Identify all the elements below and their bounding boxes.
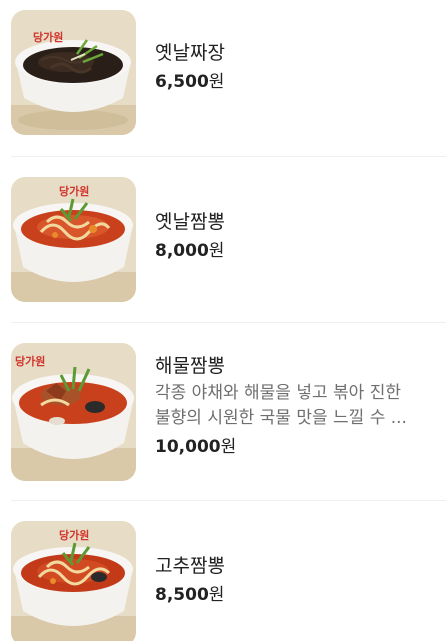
menu-description-line: 불향의 시원한 국물 맛을 느낄 수 ...	[155, 408, 407, 428]
menu-info: 해물짬뽕 각종 야채와 해물을 넣고 볶아 진한 불향의 시원한 국물 맛을 느…	[155, 353, 446, 459]
bowl-stamp-text: 당가원	[33, 30, 63, 44]
menu-price: 10,000원	[155, 435, 446, 459]
menu-price: 6,500원	[155, 70, 446, 94]
food-photo-chili-jjamppong[interactable]: 당가원	[11, 521, 136, 641]
menu-name: 옛날짜장	[155, 42, 225, 64]
menu-info: 옛날짬뽕 8,000원	[155, 209, 446, 263]
food-photo-jjamppong[interactable]: 당가원	[11, 177, 136, 302]
menu-description: 각종 야채와 해물을 넣고 볶아 진한 불향의 시원한 국물 맛을 느낄 수 .…	[155, 381, 445, 431]
menu-item-jjamppong[interactable]: 당가원 옛날짬뽕 8,000원	[11, 177, 446, 302]
price-value: 8,000	[155, 241, 209, 261]
divider	[11, 322, 446, 323]
menu-name: 해물짬뽕	[155, 355, 225, 377]
menu-list: 당가원 옛날짜장 6,500원 당가원 옛날짬뽕 8,000원 당가원 해물짬뽕…	[0, 0, 446, 641]
menu-info: 옛날짜장 6,500원	[155, 40, 446, 94]
price-value: 10,000	[155, 437, 221, 457]
currency-unit: 원	[220, 437, 237, 457]
bowl-stamp-text: 당가원	[59, 184, 89, 198]
menu-item-chili-jjamppong[interactable]: 당가원 고추짬뽕 8,500원	[11, 521, 446, 641]
menu-description-line: 각종 야채와 해물을 넣고 볶아 진한	[155, 383, 401, 403]
price-value: 6,500	[155, 72, 209, 92]
menu-price: 8,000원	[155, 239, 446, 263]
currency-unit: 원	[208, 585, 225, 605]
menu-price: 8,500원	[155, 583, 446, 607]
bowl-stamp-text: 당가원	[59, 528, 89, 542]
food-photo-jjajang[interactable]: 당가원	[11, 10, 136, 135]
menu-info: 고추짬뽕 8,500원	[155, 553, 446, 607]
price-value: 8,500	[155, 585, 209, 605]
currency-unit: 원	[208, 72, 225, 92]
divider	[11, 156, 446, 157]
divider	[11, 500, 446, 501]
currency-unit: 원	[208, 241, 225, 261]
food-photo-seafood-jjamppong[interactable]: 당가원	[11, 343, 136, 481]
menu-name: 고추짬뽕	[155, 555, 225, 577]
menu-item-jjajang[interactable]: 당가원 옛날짜장 6,500원	[11, 10, 446, 136]
menu-name: 옛날짬뽕	[155, 211, 225, 233]
menu-item-seafood-jjamppong[interactable]: 당가원 해물짬뽕 각종 야채와 해물을 넣고 볶아 진한 불향의 시원한 국물 …	[11, 343, 446, 481]
bowl-stamp-text: 당가원	[15, 354, 45, 368]
